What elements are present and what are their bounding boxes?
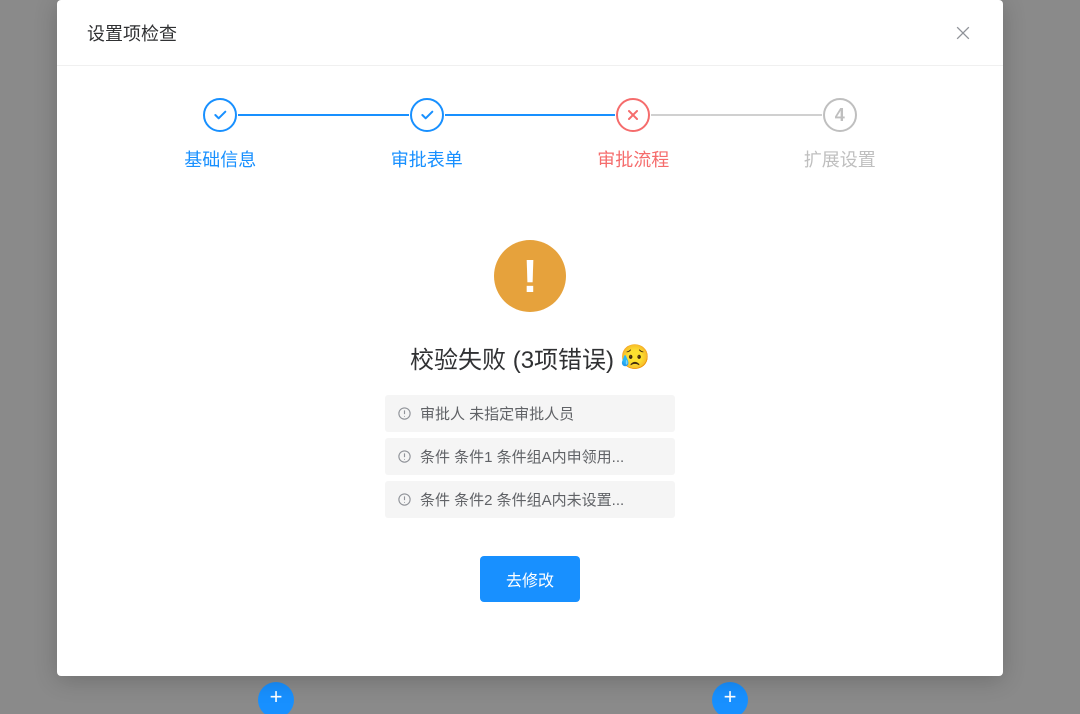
result-title: 校验失败 (3项错误) 😥 [410,340,650,375]
step-icon-cross [616,98,650,132]
info-icon [397,449,412,464]
add-button-bg-left: + [258,682,294,714]
step-label: 审批表单 [391,146,463,172]
error-text: 条件 条件1 条件组A内申领用... [420,446,624,467]
error-list: 审批人 未指定审批人员条件 条件1 条件组A内申领用... 条件 条件2 条件组A… [385,395,675,518]
info-icon [397,406,412,421]
close-button[interactable] [953,23,973,43]
sad-emoji-icon: 😥 [620,343,650,372]
modal-header: 设置项检查 [57,0,1003,66]
settings-check-modal: 设置项检查 基础信息 审批表单 审批流程 4 扩展设置 ! 校验失败 (3项错误) 😥 … [57,0,1003,676]
fix-button[interactable]: 去修改 [480,556,580,602]
close-icon [953,23,973,43]
step-label: 扩展设置 [804,146,876,172]
step-1[interactable]: 基础信息 [117,98,324,172]
result-title-text: 校验失败 (3项错误) [410,340,614,375]
step-3[interactable]: 审批流程 [530,98,737,172]
step-icon-4: 4 [823,98,857,132]
step-label: 基础信息 [184,146,256,172]
add-button-bg-right: + [712,682,748,714]
step-icon-check [410,98,444,132]
step-icon-check [203,98,237,132]
step-label: 审批流程 [597,146,669,172]
error-item[interactable]: 条件 条件1 条件组A内申领用... [385,438,675,475]
error-item[interactable]: 条件 条件2 条件组A内未设置... [385,481,675,518]
step-4[interactable]: 4 扩展设置 [737,98,944,172]
steps-container: 基础信息 审批表单 审批流程 4 扩展设置 [57,66,1003,182]
error-item[interactable]: 审批人 未指定审批人员 [385,395,675,432]
error-text: 审批人 未指定审批人员 [420,403,574,424]
info-icon [397,492,412,507]
error-text: 条件 条件2 条件组A内未设置... [420,489,624,510]
warning-icon: ! [494,240,566,312]
step-2[interactable]: 审批表单 [324,98,531,172]
modal-title: 设置项检查 [87,20,177,46]
result-content: ! 校验失败 (3项错误) 😥 审批人 未指定审批人员条件 条件1 条件组A内申… [57,182,1003,676]
